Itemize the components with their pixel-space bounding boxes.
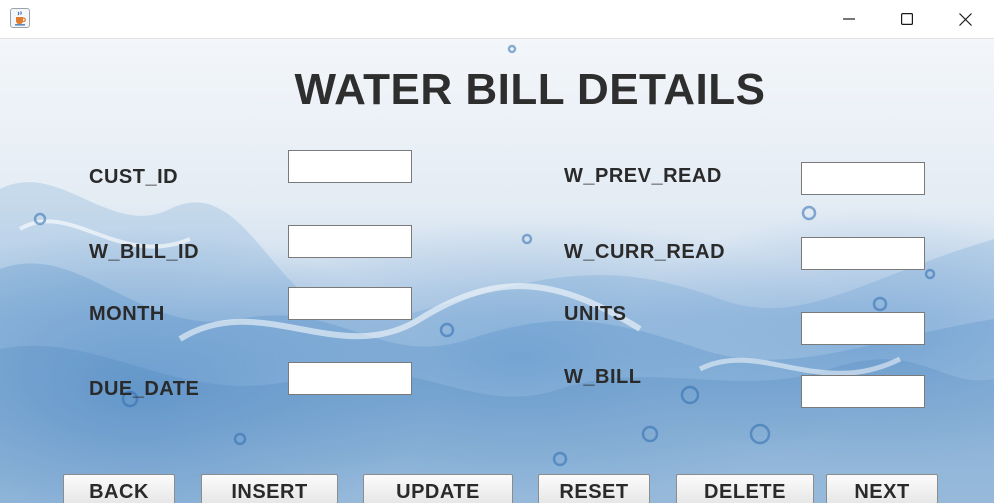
next-button[interactable]: NEXT: [826, 474, 938, 503]
w-bill-field[interactable]: [801, 375, 925, 408]
label-w-curr-read: W_CURR_READ: [564, 241, 726, 263]
label-w-prev-read: W_PREV_READ: [564, 165, 722, 187]
label-month: MONTH: [89, 303, 165, 325]
label-cust-id: CUST_ID: [89, 166, 179, 188]
label-units: UNITS: [564, 303, 627, 325]
java-coffee-cup-icon: [10, 8, 30, 28]
close-button[interactable]: [942, 0, 988, 38]
label-w-bill-id: W_BILL_ID: [89, 241, 200, 263]
minimize-button[interactable]: [826, 0, 872, 38]
due-date-field[interactable]: [288, 362, 412, 395]
window-titlebar: [0, 0, 994, 39]
w-prev-read-field[interactable]: [801, 162, 925, 195]
reset-button[interactable]: RESET: [538, 474, 650, 503]
minimize-icon: [843, 18, 855, 20]
back-button[interactable]: BACK: [63, 474, 175, 503]
w-curr-read-field[interactable]: [801, 237, 925, 270]
cust-id-field[interactable]: [288, 150, 412, 183]
w-bill-id-field[interactable]: [288, 225, 412, 258]
maximize-icon: [901, 13, 913, 25]
update-button[interactable]: UPDATE: [363, 474, 513, 503]
delete-button[interactable]: DELETE: [676, 474, 814, 503]
month-field[interactable]: [288, 287, 412, 320]
label-due-date: DUE_DATE: [89, 378, 200, 400]
units-field[interactable]: [801, 312, 925, 345]
insert-button[interactable]: INSERT: [201, 474, 338, 503]
form-panel: WATER BILL DETAILS CUST_ID W_BILL_ID MON…: [0, 39, 994, 503]
maximize-button[interactable]: [884, 0, 930, 38]
label-w-bill: W_BILL: [564, 366, 642, 388]
form-title: WATER BILL DETAILS: [294, 65, 766, 114]
close-icon: [958, 12, 972, 26]
